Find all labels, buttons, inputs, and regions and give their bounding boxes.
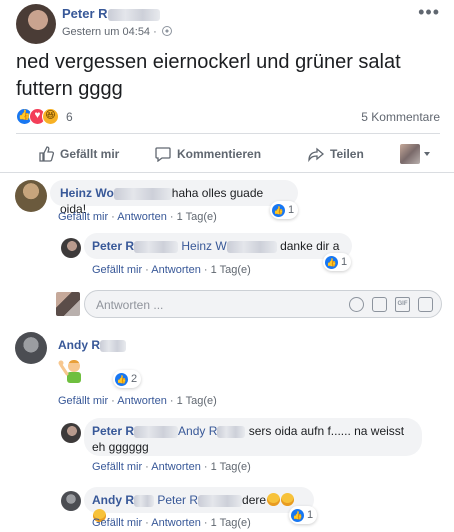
comment-meta: Gefällt mir · Antworten · 1 Tag(e) xyxy=(92,517,251,529)
share-button-label: Teilen xyxy=(330,147,364,161)
profile-switcher[interactable] xyxy=(400,139,430,169)
action-bar: Gefällt mir Kommentieren Teilen xyxy=(16,139,440,169)
comment-like-link[interactable]: Gefällt mir xyxy=(58,395,108,407)
speech-bubble-icon xyxy=(155,147,171,162)
comment-author[interactable]: Peter R xyxy=(92,239,179,253)
more-options-icon[interactable]: ••• xyxy=(418,2,440,23)
comment-author[interactable]: Andy R xyxy=(58,338,126,352)
comment-mention[interactable]: Andy R xyxy=(178,424,246,438)
comment-age[interactable]: 1 Tag(e) xyxy=(211,517,251,529)
reaction-count[interactable]: 6 xyxy=(66,110,73,124)
share-button[interactable]: Teilen xyxy=(308,139,364,169)
rofl-emoji-icon xyxy=(267,493,281,506)
post-author[interactable]: Peter R xyxy=(62,6,160,21)
comment-mention[interactable]: Peter R xyxy=(157,493,243,507)
emoji-icon[interactable] xyxy=(349,297,364,312)
commenter-avatar[interactable] xyxy=(61,238,81,258)
comment-reply-link[interactable]: Antworten xyxy=(117,211,167,223)
gif-icon[interactable]: GIF xyxy=(395,297,410,312)
comment-age[interactable]: 1 Tag(e) xyxy=(211,264,251,276)
commenter-avatar[interactable] xyxy=(15,180,47,212)
comment-bubble: Peter R Heinz W danke dir a xyxy=(84,233,352,259)
reply-input[interactable]: Antworten ... GIF xyxy=(84,290,442,318)
author-avatar[interactable] xyxy=(16,4,56,44)
comment-author[interactable]: Heinz Wo xyxy=(60,186,172,200)
profile-thumbnail xyxy=(400,144,420,164)
comment-age[interactable]: 1 Tag(e) xyxy=(177,211,217,223)
comment-button-label: Kommentieren xyxy=(177,147,262,161)
comment-bubble: Heinz Wo haha olles guade oida! xyxy=(50,180,298,216)
like-reaction-icon: 👍 xyxy=(325,255,338,269)
comment-reaction-badge[interactable]: 👍 1 xyxy=(270,201,299,219)
like-reaction-icon: 👍 xyxy=(291,508,304,522)
comment-count[interactable]: 5 Kommentare xyxy=(361,110,440,124)
comment-text: dere xyxy=(242,493,267,507)
reply-placeholder: Antworten ... xyxy=(96,298,164,312)
thumbs-up-icon xyxy=(39,146,54,162)
like-reaction-icon: 👍 xyxy=(115,372,128,386)
like-button-label: Gefällt mir xyxy=(60,147,120,161)
commenter-avatar[interactable] xyxy=(61,491,81,511)
camera-icon[interactable] xyxy=(372,297,387,312)
globe-icon xyxy=(161,26,172,36)
comment-bubble: Peter R Andy R sers oida aufn f...... na … xyxy=(84,418,422,456)
comment-age[interactable]: 1 Tag(e) xyxy=(177,395,217,407)
comment-like-link[interactable]: Gefällt mir xyxy=(92,517,142,529)
comment-reaction-badge[interactable]: 👍 1 xyxy=(289,506,318,524)
comment-meta: Gefällt mir · Antworten · 1 Tag(e) xyxy=(92,461,251,473)
comment-text: danke dir a xyxy=(280,239,340,253)
like-button[interactable]: Gefällt mir xyxy=(38,139,119,169)
divider xyxy=(16,133,440,134)
comment-author[interactable]: Andy R xyxy=(92,493,154,507)
comment-meta: Gefällt mir · Antworten · 1 Tag(e) xyxy=(58,211,217,223)
comment-like-link[interactable]: Gefällt mir xyxy=(58,211,108,223)
rofl-emoji-icon xyxy=(281,493,295,506)
comment-reply-link[interactable]: Antworten xyxy=(151,264,201,276)
comment-button[interactable]: Kommentieren xyxy=(155,139,261,169)
waving-person-sticker[interactable] xyxy=(58,357,86,385)
share-arrow-icon xyxy=(308,147,324,162)
comment-reply-link[interactable]: Antworten xyxy=(117,395,167,407)
chevron-down-icon xyxy=(424,152,430,156)
post-timestamp[interactable]: Gestern um 04:54 · xyxy=(62,26,172,38)
like-reaction-icon: 👍 xyxy=(272,203,285,217)
commenter-avatar[interactable] xyxy=(15,332,47,364)
comment-like-link[interactable]: Gefällt mir xyxy=(92,461,142,473)
divider xyxy=(0,172,454,173)
my-avatar xyxy=(56,292,80,316)
comment-bubble: Andy R Peter Rdere xyxy=(84,487,314,522)
reaction-icons[interactable]: 👍 ♥ 😆 xyxy=(16,108,62,126)
post-text: ned vergessen eiernockerl und grüner sal… xyxy=(16,51,401,100)
comment-meta: Gefällt mir · Antworten · 1 Tag(e) xyxy=(92,264,251,276)
comment-age[interactable]: 1 Tag(e) xyxy=(211,461,251,473)
comment-reaction-badge[interactable]: 👍 2 xyxy=(113,370,142,388)
comment-mention[interactable]: Heinz W xyxy=(181,239,277,253)
comment-author[interactable]: Peter R xyxy=(92,424,179,438)
comment-like-link[interactable]: Gefällt mir xyxy=(92,264,142,276)
haha-reaction-icon: 😆 xyxy=(42,108,59,125)
comment-meta: Gefällt mir · Antworten · 1 Tag(e) xyxy=(58,395,217,407)
sticker-icon[interactable] xyxy=(418,297,433,312)
comment-reply-link[interactable]: Antworten xyxy=(151,517,201,529)
commenter-avatar[interactable] xyxy=(61,423,81,443)
comment-reaction-badge[interactable]: 👍 1 xyxy=(323,253,352,271)
comment-reply-link[interactable]: Antworten xyxy=(151,461,201,473)
